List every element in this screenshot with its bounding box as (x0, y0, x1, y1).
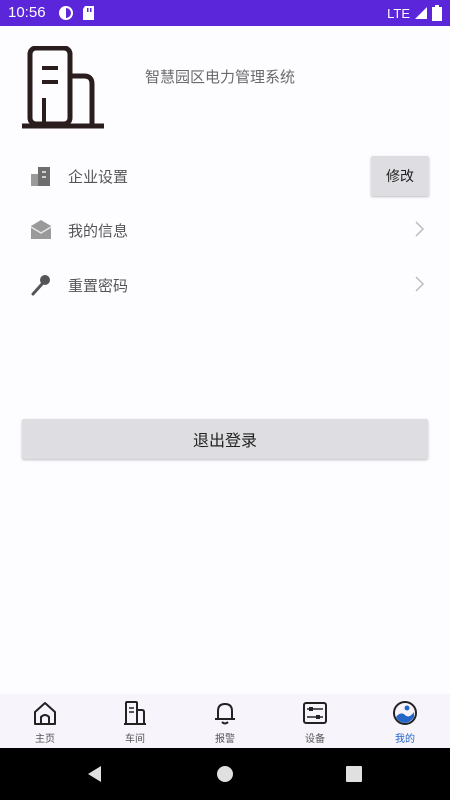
app-title: 智慧园区电力管理系统 (145, 68, 296, 86)
device-icon (303, 702, 327, 724)
app-notification-icon (59, 6, 73, 20)
nav-item-workshop[interactable]: 车间 (90, 694, 180, 748)
nav-item-device[interactable]: 设备 (270, 694, 360, 748)
mail-icon (30, 220, 52, 239)
bottom-navigation: 主页 车间 报警 设备 我的 (0, 694, 450, 748)
logout-button[interactable]: 退出登录 (22, 419, 428, 459)
nav-item-profile[interactable]: 我的 (360, 694, 450, 748)
chevron-right-icon (415, 221, 425, 237)
recents-icon[interactable] (346, 766, 362, 782)
building-icon (22, 46, 104, 129)
status-system-icons: LTE (387, 5, 442, 21)
home-icon (34, 702, 56, 725)
signal-icon (415, 7, 427, 19)
nav-label-home: 主页 (35, 734, 55, 745)
status-notification-icons (58, 5, 96, 21)
chevron-right-icon (415, 276, 425, 292)
bell-icon (215, 703, 235, 725)
nav-item-home[interactable]: 主页 (0, 694, 90, 748)
nav-label-alarm: 报警 (215, 734, 235, 745)
enterprise-building-icon (31, 167, 50, 186)
sd-card-icon (83, 6, 94, 20)
nav-label-device: 设备 (305, 734, 325, 745)
nav-label-workshop: 车间 (125, 734, 145, 745)
nav-label-profile: 我的 (395, 734, 415, 745)
home-button-icon[interactable] (216, 765, 234, 783)
nav-item-alarm[interactable]: 报警 (180, 694, 270, 748)
back-icon[interactable] (86, 765, 104, 783)
network-type: LTE (387, 5, 410, 21)
status-bar: 10:56 LTE (0, 0, 450, 26)
workshop-icon (124, 701, 146, 725)
my-info-label: 我的信息 (68, 222, 129, 240)
menu-item-reset-password[interactable]: 重置密码 (0, 260, 450, 310)
profile-icon (393, 701, 417, 725)
enterprise-settings-label: 企业设置 (68, 168, 129, 186)
app-content: 智慧园区电力管理系统 企业设置 修改 我的信息 重置密码 退出登录 (0, 26, 450, 694)
modify-button[interactable]: 修改 (371, 156, 429, 196)
system-navigation-bar (0, 748, 450, 800)
key-icon (31, 275, 50, 296)
menu-item-my-info[interactable]: 我的信息 (0, 205, 450, 255)
battery-icon (432, 5, 442, 21)
status-time: 10:56 (8, 4, 46, 21)
reset-password-label: 重置密码 (68, 277, 129, 295)
